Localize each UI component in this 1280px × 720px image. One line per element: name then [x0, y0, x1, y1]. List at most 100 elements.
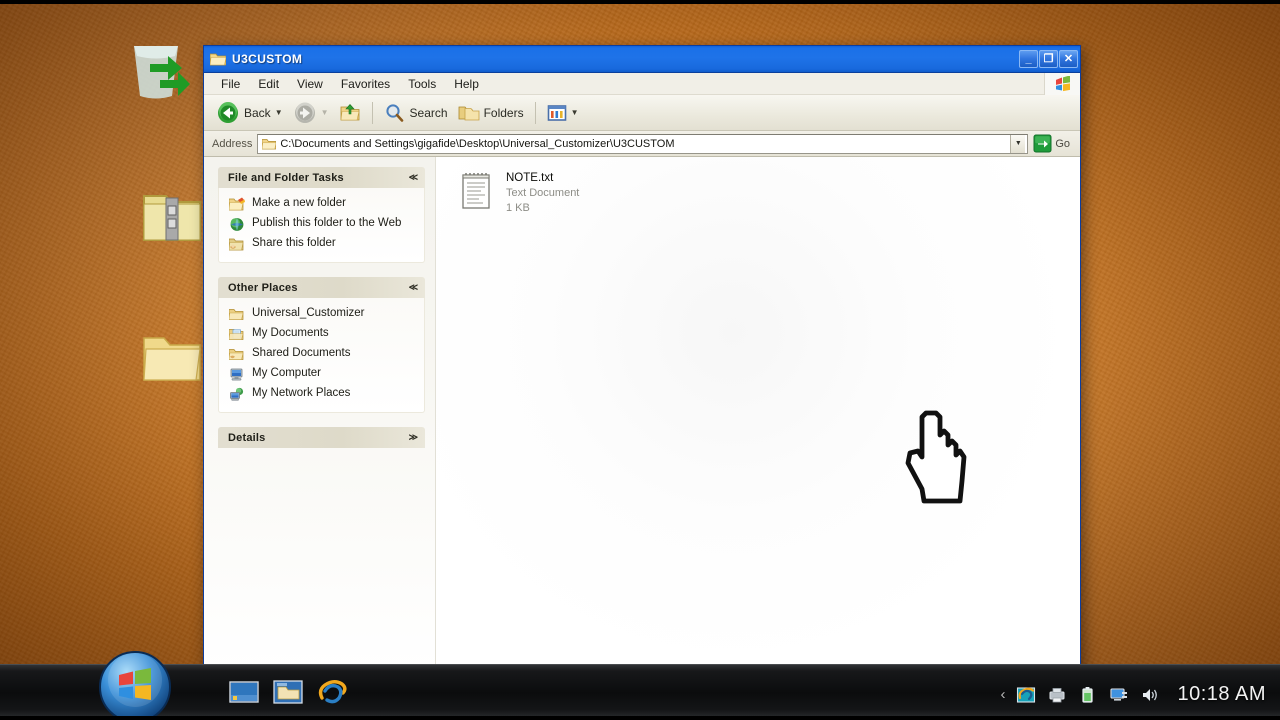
search-icon: [385, 103, 403, 122]
folder-icon: [229, 309, 244, 320]
chevron-down-icon: ▼: [1014, 140, 1022, 147]
back-arrow-icon: [218, 101, 238, 123]
panel-header-other-places[interactable]: Other Places ≪: [218, 277, 425, 298]
maximize-icon: ❐: [1043, 52, 1054, 65]
start-button[interactable]: [98, 650, 172, 720]
tray-expand-chevron-icon[interactable]: ‹: [1000, 686, 1005, 703]
views-icon: [547, 104, 566, 121]
file-list-pane[interactable]: NOTE.txt Text Document 1 KB: [436, 157, 1080, 674]
desktop-icon-zip-folder[interactable]: [136, 182, 208, 254]
windows-explorer-icon[interactable]: [272, 678, 304, 708]
battery-tray-icon[interactable]: [1078, 685, 1098, 705]
system-tray[interactable]: ‹ 10:18 AM: [1000, 683, 1266, 706]
windows-flag-icon: [1055, 75, 1070, 91]
desktop-icon-recycle-bin[interactable]: [120, 34, 192, 106]
window-body: File and Folder Tasks ≪ Make a new folde…: [204, 157, 1080, 674]
views-button[interactable]: ▼: [543, 99, 583, 127]
window-title: U3CUSTOM: [232, 52, 303, 66]
globe-icon: [230, 218, 244, 231]
place-my-computer[interactable]: My Computer: [225, 364, 418, 384]
recycle-bin-icon: [134, 46, 190, 99]
go-button[interactable]: Go: [1028, 134, 1076, 153]
place-shared-documents[interactable]: Shared Documents: [225, 344, 418, 364]
panel-header-details[interactable]: Details ≫: [218, 427, 425, 448]
menu-item-edit[interactable]: Edit: [249, 75, 288, 93]
printer-tray-icon[interactable]: [1047, 685, 1067, 705]
volume-tray-icon[interactable]: [1140, 685, 1160, 705]
up-one-level-button[interactable]: [335, 99, 365, 127]
panel-details[interactable]: Details ≫: [218, 427, 425, 448]
explorer-window[interactable]: U3CUSTOM _ ❐ ✕ File Edit View Favorites …: [203, 45, 1081, 675]
file-size: 1 KB: [506, 202, 530, 214]
my-computer-icon: [230, 368, 243, 381]
place-my-network-places[interactable]: My Network Places: [225, 384, 418, 404]
internet-explorer-icon[interactable]: [316, 678, 348, 708]
network-places-icon: [230, 387, 244, 401]
menu-item-file[interactable]: File: [212, 75, 249, 93]
place-label: Shared Documents: [252, 347, 351, 359]
desktop-icon-folder[interactable]: [136, 322, 208, 394]
file-meta: NOTE.txt Text Document 1 KB: [506, 171, 579, 216]
chevron-up-icon[interactable]: ≪: [409, 282, 418, 293]
desktop[interactable]: U3CUSTOM _ ❐ ✕ File Edit View Favorites …: [0, 0, 1280, 720]
task-publish-this-folder-to-the-web[interactable]: Publish this folder to the Web: [225, 214, 418, 234]
new-folder-icon: [229, 197, 245, 211]
minimize-icon: _: [1025, 52, 1032, 65]
place-label: My Network Places: [252, 387, 351, 399]
forward-dropdown-caret: ▼: [320, 108, 329, 117]
network-tray-icon[interactable]: [1109, 685, 1129, 705]
text-document-icon: [462, 173, 490, 209]
panel-other-places[interactable]: Other Places ≪ Universal_Customizer My D…: [218, 277, 425, 413]
address-input[interactable]: C:\Documents and Settings\gigafide\Deskt…: [257, 133, 1029, 154]
task-make-a-new-folder[interactable]: Make a new folder: [225, 194, 418, 214]
chevron-up-icon[interactable]: ≪: [409, 172, 418, 183]
task-pane[interactable]: File and Folder Tasks ≪ Make a new folde…: [204, 157, 436, 674]
back-dropdown-caret[interactable]: ▼: [275, 108, 283, 117]
quick-launch-bar[interactable]: [228, 678, 348, 708]
menu-item-view[interactable]: View: [288, 75, 332, 93]
clock[interactable]: 10:18 AM: [1177, 683, 1266, 706]
panel-file-and-folder-tasks[interactable]: File and Folder Tasks ≪ Make a new folde…: [218, 167, 425, 263]
back-button[interactable]: Back ▼: [212, 99, 287, 127]
windows-logo-button[interactable]: [1044, 72, 1080, 95]
file-item-note-txt[interactable]: NOTE.txt Text Document 1 KB: [458, 169, 668, 218]
menu-bar[interactable]: File Edit View Favorites Tools Help: [204, 72, 1080, 95]
toolbar-separator-2: [534, 101, 536, 124]
taskbar[interactable]: ‹ 10:18 AM: [0, 651, 1280, 720]
ie-tray-icon[interactable]: [1016, 685, 1036, 705]
address-label: Address: [212, 137, 253, 150]
menu-item-tools[interactable]: Tools: [399, 75, 445, 93]
forward-button: ▼: [289, 99, 333, 127]
chevron-down-icon[interactable]: ≫: [409, 432, 418, 443]
place-my-documents[interactable]: My Documents: [225, 324, 418, 344]
folders-button[interactable]: Folders: [454, 99, 528, 127]
menu-item-favorites[interactable]: Favorites: [332, 75, 399, 93]
views-dropdown-caret[interactable]: ▼: [571, 108, 579, 117]
show-desktop-icon[interactable]: [228, 678, 260, 708]
place-universal-customizer[interactable]: Universal_Customizer: [225, 304, 418, 324]
minimize-button[interactable]: _: [1019, 50, 1038, 68]
panel-header-file-and-folder-tasks[interactable]: File and Folder Tasks ≪: [218, 167, 425, 188]
task-share-this-folder[interactable]: Share this folder: [225, 234, 418, 254]
place-label: My Documents: [252, 327, 329, 339]
letterbox-bottom: [0, 716, 1280, 720]
panel-title: Other Places: [228, 281, 298, 294]
address-dropdown-button[interactable]: ▼: [1010, 134, 1026, 153]
task-label: Make a new folder: [252, 197, 346, 209]
panel-body-other-places: Universal_Customizer My Documents Shared…: [218, 298, 425, 413]
toolbar[interactable]: Back ▼ ▼ Search Folders ▼: [204, 95, 1080, 131]
maximize-button[interactable]: ❐: [1039, 50, 1058, 68]
place-label: My Computer: [252, 367, 322, 379]
zip-folder-icon: [143, 195, 201, 241]
search-button[interactable]: Search: [380, 99, 452, 127]
search-label: Search: [409, 105, 448, 120]
go-label: Go: [1055, 137, 1070, 150]
address-folder-icon: [262, 138, 277, 149]
menu-item-help[interactable]: Help: [445, 75, 488, 93]
address-bar[interactable]: Address C:\Documents and Settings\gigafi…: [204, 131, 1080, 157]
task-label: Publish this folder to the Web: [252, 217, 402, 229]
file-type: Text Document: [506, 187, 580, 199]
folder-icon: [143, 337, 201, 381]
close-button[interactable]: ✕: [1059, 50, 1078, 68]
window-title-bar[interactable]: U3CUSTOM _ ❐ ✕: [204, 46, 1080, 73]
